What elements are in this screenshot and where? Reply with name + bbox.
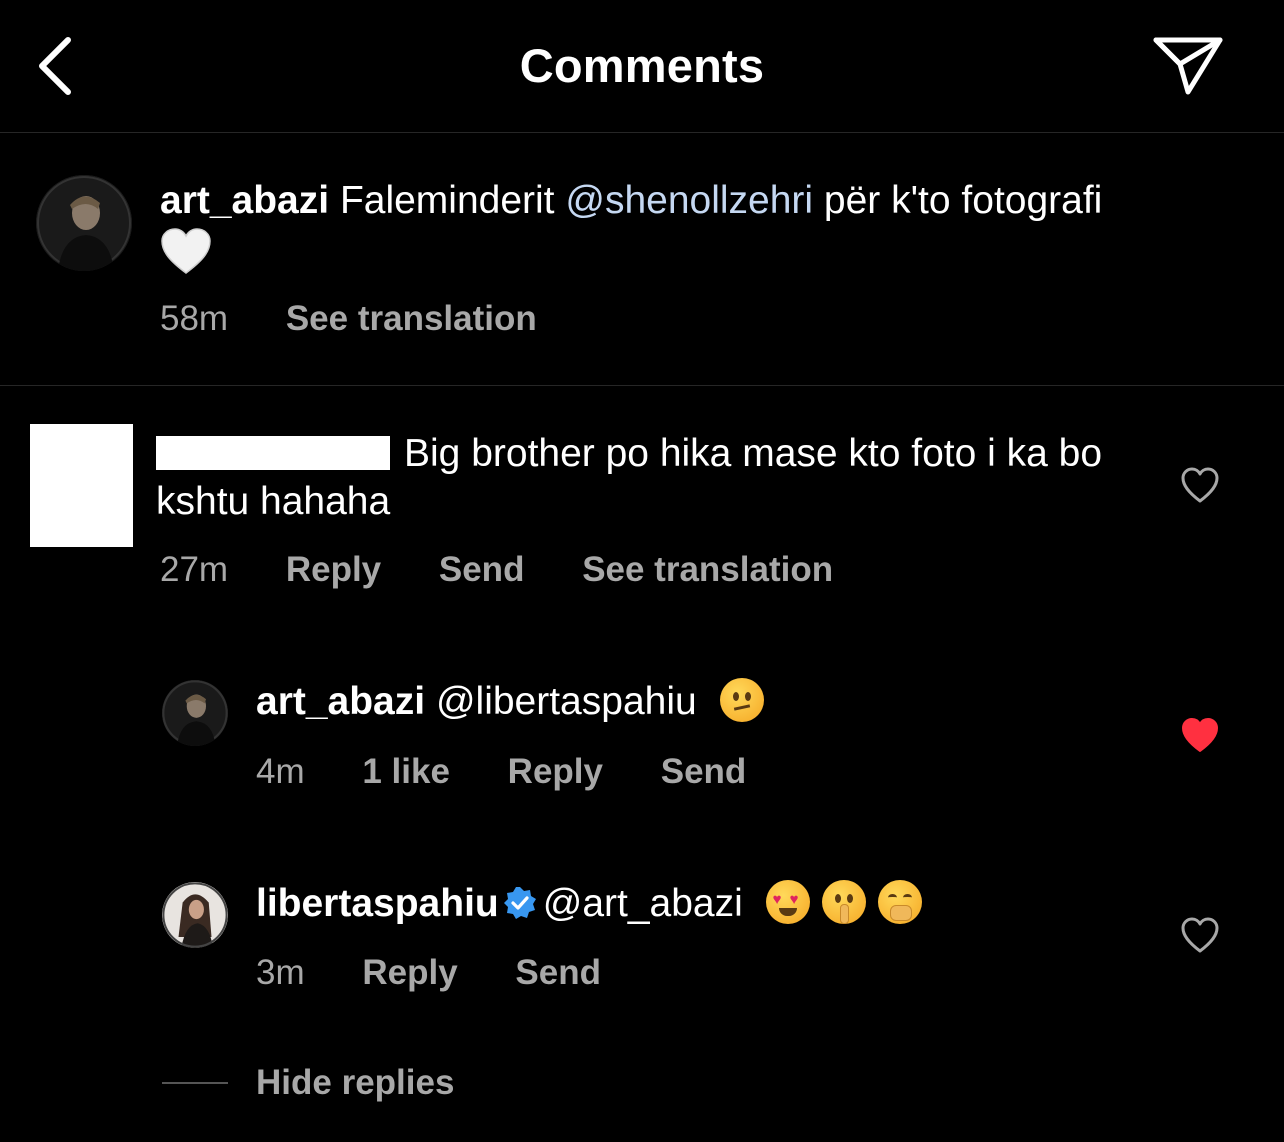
comment-time: 27m [160, 550, 229, 589]
reply-button[interactable]: Reply [286, 550, 381, 589]
reply-time: 3m [256, 953, 305, 992]
caption-username[interactable]: art_abazi [160, 179, 329, 222]
reply-meta: 3m Reply Send [256, 953, 649, 993]
redacted-username[interactable] [156, 436, 390, 470]
see-translation-button[interactable]: See translation [582, 550, 833, 589]
profile-photo-icon [162, 680, 228, 746]
divider [162, 1082, 228, 1084]
header-bar: Comments [0, 0, 1284, 133]
heart-outline-icon[interactable] [1180, 466, 1220, 504]
reply-text: art_abazi @libertaspahiu [256, 678, 764, 726]
redacted-avatar[interactable] [30, 424, 133, 547]
reply-meta: 4m 1 like Reply Send [256, 752, 794, 792]
caption-meta: 58m See translation [160, 299, 585, 339]
send-button[interactable]: Send [661, 752, 747, 791]
see-translation-button[interactable]: See translation [286, 299, 537, 338]
profile-photo-icon [162, 882, 228, 948]
shushing-face-icon [821, 880, 866, 924]
page-title: Comments [519, 39, 765, 92]
profile-photo-icon [36, 175, 132, 271]
caption-time: 58m [160, 299, 229, 338]
reply-time: 4m [256, 752, 305, 791]
caption-body-end: për k'to fotografi [813, 179, 1103, 222]
verified-badge-icon [503, 887, 536, 919]
send-button[interactable]: Send [515, 953, 601, 992]
send-button[interactable]: Send [439, 550, 525, 589]
reply-mention[interactable]: @art_abazi [543, 882, 743, 925]
post-caption: art_abazi Faleminderit @shenollzehri për… [0, 133, 1284, 386]
reply-username[interactable]: libertaspahiu [256, 882, 499, 925]
reply-mention[interactable]: @libertaspahiu [436, 680, 697, 723]
comments-screen: Comments art_abazi Faleminderit @shenoll… [0, 0, 1284, 1142]
comment-meta: 27m Reply Send See translation [160, 550, 881, 590]
reply-username[interactable]: art_abazi [256, 680, 425, 723]
hand-over-mouth-icon [877, 880, 922, 924]
share-button[interactable] [1150, 32, 1226, 98]
white-heart-icon [161, 228, 211, 274]
caption-mention[interactable]: @shenollzehri [565, 179, 813, 222]
paper-plane-icon [1153, 37, 1223, 95]
comment-text: Big brother po hika mase kto foto i ka b… [156, 430, 1116, 526]
avatar[interactable] [162, 882, 228, 948]
thinking-face-icon [719, 678, 764, 722]
heart-filled-icon[interactable] [1180, 716, 1220, 754]
reply-button[interactable]: Reply [508, 752, 603, 791]
avatar[interactable] [162, 680, 228, 746]
hide-replies-button[interactable]: Hide replies [256, 1063, 454, 1103]
heart-eyes-icon: ♥ ♥ [765, 880, 810, 924]
caption-body: Faleminderit [339, 179, 566, 222]
likes-count[interactable]: 1 like [362, 752, 450, 791]
avatar[interactable] [36, 175, 132, 271]
heart-outline-icon[interactable] [1180, 916, 1220, 954]
caption-text: art_abazi Faleminderit @shenollzehri për… [160, 177, 1240, 275]
reply-text: libertaspahiu @art_abazi ♥ ♥ [256, 880, 922, 928]
reply-button[interactable]: Reply [362, 953, 457, 992]
